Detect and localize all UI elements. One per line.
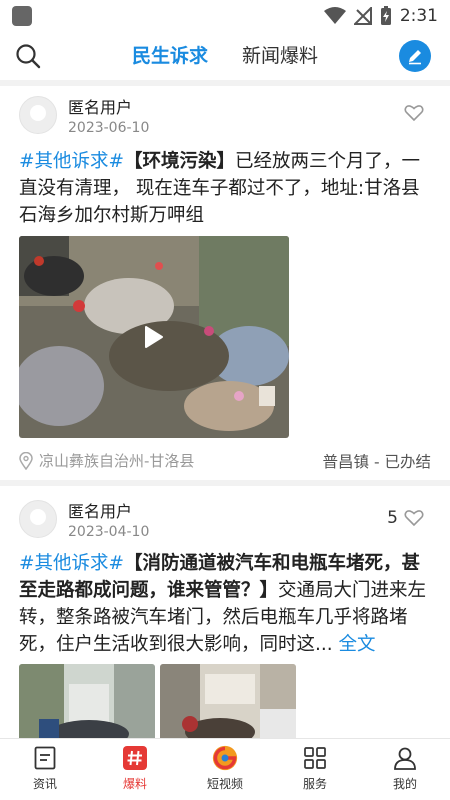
- status-icons: 2:31: [323, 5, 438, 27]
- avatar: [19, 96, 57, 134]
- nav-item-profile[interactable]: 我的: [360, 739, 450, 800]
- post-meta: 凉山彝族自治州-甘洛县 普昌镇 - 已办结: [19, 450, 431, 474]
- nav-item-services[interactable]: 服务: [270, 739, 360, 800]
- tab-news-tips[interactable]: 新闻爆料: [242, 32, 318, 80]
- news-icon: [32, 745, 58, 771]
- post-image[interactable]: [19, 664, 155, 738]
- post-tag[interactable]: #其他诉求#: [19, 151, 124, 172]
- post-image[interactable]: [160, 664, 296, 738]
- heart-icon: [404, 510, 424, 527]
- nav-label: 资讯: [32, 777, 57, 791]
- compose-button[interactable]: [399, 40, 431, 72]
- post-user-name: 匿名用户: [68, 502, 133, 521]
- post-location: 凉山彝族自治州-甘洛县: [19, 450, 194, 471]
- grid-icon: [302, 745, 328, 771]
- no-signal-icon: [353, 7, 372, 25]
- post-content[interactable]: #其他诉求#【消防通道被汽车和电瓶车堵死，甚至走路都成问题，谁来管管？】交通局大…: [19, 550, 433, 658]
- notification-icon: [12, 6, 32, 26]
- video-thumbnail[interactable]: [19, 236, 289, 438]
- heart-icon: [404, 105, 424, 122]
- nav-label: 我的: [392, 777, 417, 791]
- play-icon[interactable]: [144, 325, 164, 349]
- status-bar: 2:31: [0, 0, 450, 32]
- nav-label: 短视频: [206, 777, 243, 791]
- post-card[interactable]: 匿名用户 2023-06-10 #其他诉求#【环境污染】已经放两三个月了，一直没…: [0, 86, 450, 480]
- status-time: 2:31: [399, 6, 438, 26]
- nav-label: 爆料: [122, 777, 147, 791]
- post-card[interactable]: 匿名用户 2023-04-10 5 #其他诉求#【消防通道被汽车和电瓶车堵死，甚…: [0, 486, 450, 738]
- tab-livelihood-appeals[interactable]: 民生诉求: [132, 32, 208, 80]
- bottom-navigation: 资讯 爆料 短视频 服务 我的: [0, 738, 450, 800]
- hashtag-icon: [122, 745, 148, 771]
- post-date: 2023-06-10: [68, 120, 150, 136]
- location-pin-icon: [19, 451, 33, 470]
- battery-charging-icon: [380, 6, 391, 25]
- alley-photo-2: [160, 664, 296, 738]
- like-button[interactable]: [398, 104, 424, 122]
- nav-item-news[interactable]: 资讯: [0, 739, 90, 800]
- post-tag[interactable]: #其他诉求#: [19, 553, 124, 574]
- post-title: 【环境污染】: [124, 151, 236, 172]
- nav-label: 服务: [302, 777, 327, 791]
- tab-bar: 民生诉求 新闻爆料: [0, 32, 450, 80]
- post-user-name: 匿名用户: [68, 98, 133, 117]
- nav-item-tips[interactable]: 爆料: [90, 739, 180, 800]
- nav-item-short-video[interactable]: 短视频: [180, 739, 270, 800]
- short-video-logo-icon: [212, 745, 238, 771]
- like-count: 5: [387, 508, 398, 528]
- read-more-link[interactable]: 全文: [339, 634, 376, 655]
- pencil-icon: [409, 50, 421, 65]
- profile-icon: [392, 745, 418, 771]
- alley-photo-1: [19, 664, 155, 738]
- wifi-icon: [323, 7, 346, 24]
- post-content[interactable]: #其他诉求#【环境污染】已经放两三个月了，一直没有清理， 现在连车子都过不了，地…: [19, 148, 433, 229]
- like-button[interactable]: 5: [387, 508, 424, 528]
- avatar: [19, 500, 57, 538]
- handling-status: 普昌镇 - 已办结: [322, 453, 431, 471]
- post-date: 2023-04-10: [68, 524, 150, 540]
- location-text: 凉山彝族自治州-甘洛县: [39, 452, 195, 470]
- top-header: 民生诉求 新闻爆料: [0, 32, 450, 80]
